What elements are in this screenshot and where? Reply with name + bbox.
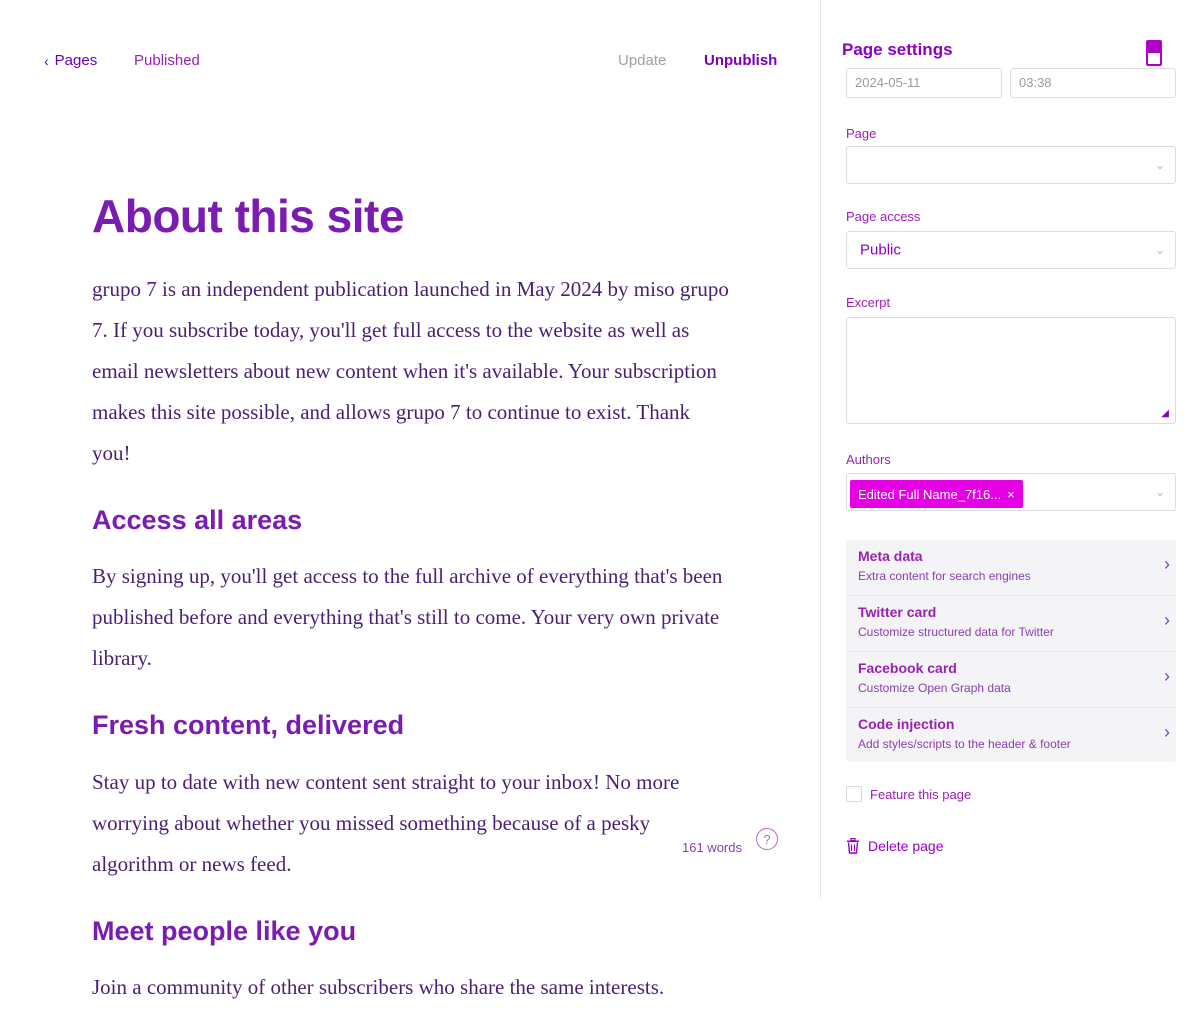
feature-page-checkbox[interactable] — [846, 786, 862, 802]
delete-page-label: Delete page — [868, 838, 944, 854]
trash-icon — [847, 838, 859, 854]
sidebar-toggle-icon[interactable] — [1146, 40, 1162, 66]
section-paragraph-fresh-content[interactable]: Stay up to date with new content sent st… — [92, 762, 732, 885]
delete-page-button[interactable]: Delete page — [846, 838, 944, 854]
code-injection-desc: Add styles/scripts to the header & foote… — [858, 737, 1071, 751]
meta-data-item[interactable]: Meta data Extra content for search engin… — [846, 540, 1176, 594]
update-button[interactable]: Update — [618, 52, 666, 69]
page-access-label: Page access — [846, 209, 921, 224]
editor-pane: ‹ Pages Published Update Unpublish About… — [0, 0, 820, 999]
chevron-down-icon: ⌄ — [1154, 485, 1165, 499]
chevron-down-icon: ⌄ — [1154, 243, 1165, 257]
section-heading-access[interactable]: Access all areas — [92, 504, 732, 536]
publish-time-input[interactable]: 03:38 — [1010, 68, 1176, 98]
chevron-right-icon: › — [1164, 666, 1170, 686]
page-label: Page — [846, 126, 877, 141]
resize-handle-icon[interactable]: ◢ — [1161, 408, 1169, 419]
chevron-right-icon: › — [1164, 610, 1170, 630]
remove-author-icon[interactable]: × — [1007, 487, 1015, 502]
twitter-card-desc: Customize structured data for Twitter — [858, 625, 1054, 639]
help-icon[interactable]: ? — [756, 828, 778, 850]
page-access-select[interactable]: Public ⌄ — [846, 231, 1176, 269]
chevron-left-icon: ‹ — [44, 52, 49, 69]
chevron-right-icon: › — [1164, 722, 1170, 742]
chevron-right-icon: › — [1164, 554, 1170, 574]
facebook-card-title: Facebook card — [858, 660, 957, 676]
meta-data-title: Meta data — [858, 548, 923, 564]
author-chip-label: Edited Full Name_7f16... — [858, 486, 1002, 502]
twitter-card-title: Twitter card — [858, 604, 937, 620]
section-paragraph-meet-people[interactable]: Join a community of other subscribers wh… — [92, 967, 732, 1008]
section-heading-meet-people[interactable]: Meet people like you — [92, 915, 732, 947]
post-title[interactable]: About this site — [92, 190, 732, 243]
code-injection-item[interactable]: Code injection Add styles/scripts to the… — [846, 708, 1176, 762]
meta-data-desc: Extra content for search engines — [858, 569, 1031, 583]
word-count: 161 words — [682, 840, 742, 855]
page-select[interactable]: ⌄ — [846, 146, 1176, 184]
publish-status: Published — [134, 52, 200, 69]
excerpt-textarea[interactable]: ◢ — [846, 317, 1176, 424]
post-content[interactable]: About this site grupo 7 is an independen… — [92, 190, 732, 1030]
excerpt-label: Excerpt — [846, 295, 891, 310]
section-heading-fresh-content[interactable]: Fresh content, delivered — [92, 709, 732, 741]
facebook-card-desc: Customize Open Graph data — [858, 681, 1011, 695]
unpublish-button[interactable]: Unpublish — [704, 52, 777, 69]
facebook-card-item[interactable]: Facebook card Customize Open Graph data … — [846, 652, 1176, 706]
author-chip[interactable]: Edited Full Name_7f16... × — [850, 480, 1023, 508]
publish-date-row: 2024-05-11 03:38 — [846, 68, 1176, 98]
sidebar-title: Page settings — [842, 40, 953, 59]
back-to-pages-link[interactable]: ‹ Pages — [44, 52, 97, 69]
section-paragraph-access[interactable]: By signing up, you'll get access to the … — [92, 556, 732, 679]
editor-topbar: ‹ Pages Published Update Unpublish — [0, 0, 820, 84]
chevron-down-icon: ⌄ — [1154, 158, 1165, 172]
page-access-value: Public — [860, 241, 901, 259]
authors-select[interactable]: Edited Full Name_7f16... × ⌄ — [846, 473, 1176, 511]
intro-paragraph[interactable]: grupo 7 is an independent publication la… — [92, 269, 732, 474]
back-label: Pages — [54, 52, 98, 69]
twitter-card-item[interactable]: Twitter card Customize structured data f… — [846, 596, 1176, 650]
settings-menu: Meta data Extra content for search engin… — [846, 540, 1176, 762]
feature-page-label: Feature this page — [870, 786, 972, 802]
publish-date-input[interactable]: 2024-05-11 — [846, 68, 1002, 98]
authors-label: Authors — [846, 452, 891, 467]
feature-page-toggle[interactable]: Feature this page — [846, 786, 971, 802]
code-injection-title: Code injection — [858, 716, 955, 732]
page-settings-sidebar: Page settings 2024-05-11 03:38 Page ⌄ Pa… — [820, 0, 1200, 900]
